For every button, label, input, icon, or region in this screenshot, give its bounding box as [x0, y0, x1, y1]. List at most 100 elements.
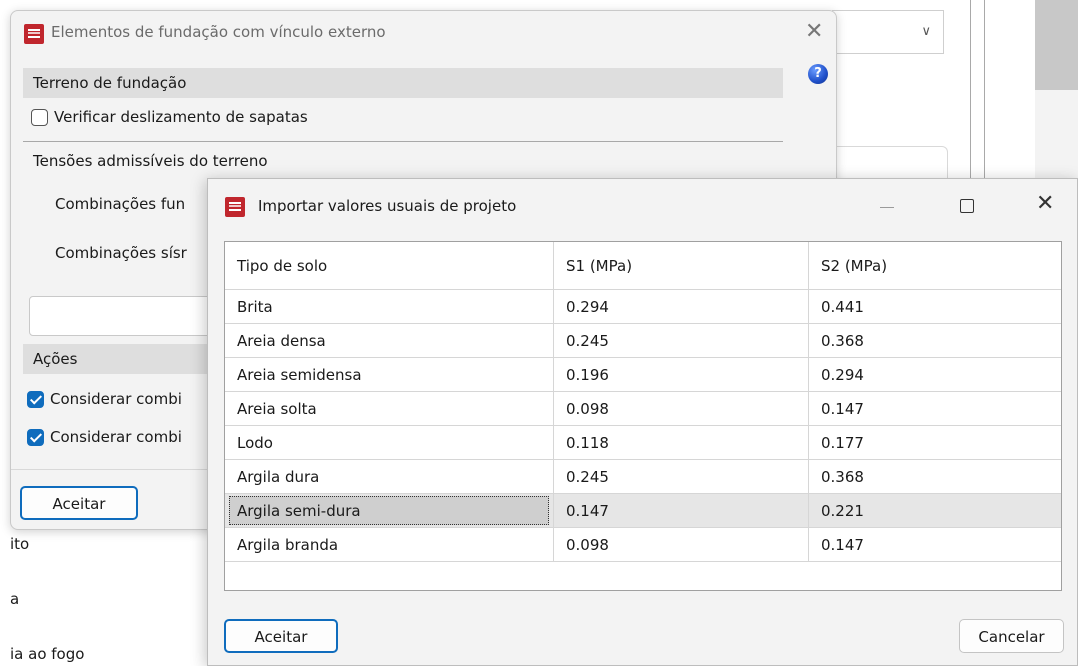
cell-text: 0.147 — [566, 501, 609, 520]
cell-text: 0.118 — [566, 433, 609, 452]
cell-text: Argila branda — [237, 535, 339, 554]
cell-tipo-de-solo[interactable]: Areia semidensa — [225, 358, 554, 391]
cell-s1[interactable]: 0.245 — [554, 460, 809, 493]
table-row[interactable]: Areia semidensa 0.196 0.294 — [225, 358, 1061, 392]
cell-text: 0.098 — [566, 399, 609, 418]
background-tile — [1035, 90, 1078, 180]
background-panel — [832, 146, 948, 182]
cell-tipo-de-solo[interactable]: Brita — [225, 290, 554, 323]
cell-text: Areia semidensa — [237, 365, 362, 384]
check-comb1[interactable]: Considerar combi — [27, 390, 182, 408]
app-logo-icon — [225, 197, 245, 217]
background-label: ia ao fogo — [10, 645, 85, 663]
cell-s2[interactable]: 0.221 — [809, 494, 1061, 527]
column-header-tipo[interactable]: Tipo de solo — [225, 242, 554, 289]
cell-text: Areia densa — [237, 331, 326, 350]
checkbox-deslizamento[interactable] — [31, 108, 48, 126]
section-divider — [23, 141, 783, 142]
accept-button[interactable]: Aceitar — [224, 619, 338, 653]
cell-text: 0.441 — [821, 297, 864, 316]
cell-s2[interactable]: 0.368 — [809, 324, 1061, 357]
check-comb2-label: Considerar combi — [50, 428, 182, 446]
cell-s1[interactable]: 0.196 — [554, 358, 809, 391]
cell-s2[interactable]: 0.441 — [809, 290, 1061, 323]
table-row[interactable]: Areia densa 0.245 0.368 — [225, 324, 1061, 358]
background-label: ito — [10, 535, 30, 553]
table-row[interactable]: Areia solta 0.098 0.147 — [225, 392, 1061, 426]
cell-s1[interactable]: 0.118 — [554, 426, 809, 459]
cell-text: Argila semi-dura — [237, 501, 361, 520]
cell-text: 0.177 — [821, 433, 864, 452]
label-combinacoes-fundamentais: Combinações fun — [55, 195, 186, 213]
dialog-titlebar: Importar valores usuais de projeto ✕ — [208, 179, 1077, 235]
cell-tipo-de-solo[interactable]: Argila semi-dura — [225, 494, 554, 527]
cell-s2[interactable]: 0.368 — [809, 460, 1061, 493]
cell-text: 0.147 — [821, 535, 864, 554]
cell-text: 0.245 — [566, 467, 609, 486]
cell-text: 0.147 — [821, 399, 864, 418]
cancel-button[interactable]: Cancelar — [959, 619, 1064, 653]
column-header-s1[interactable]: S1 (MPa) — [554, 242, 809, 289]
cell-tipo-de-solo[interactable]: Areia densa — [225, 324, 554, 357]
check-deslizamento-label: Verificar deslizamento de sapatas — [54, 108, 308, 126]
cell-s1[interactable]: 0.098 — [554, 528, 809, 561]
cell-s1[interactable]: 0.147 — [554, 494, 809, 527]
maximize-icon[interactable] — [960, 199, 974, 213]
dialog-titlebar: Elementos de fundação com vínculo extern… — [11, 11, 836, 57]
label-combinacoes-sismicas: Combinações sísr — [55, 244, 187, 262]
cell-tipo-de-solo[interactable]: Areia solta — [225, 392, 554, 425]
background-divider — [984, 0, 985, 180]
dialog-title: Elementos de fundação com vínculo extern… — [51, 23, 386, 41]
column-header-s2[interactable]: S2 (MPa) — [809, 242, 1061, 289]
cell-text: 0.221 — [821, 501, 864, 520]
background-label: a — [10, 590, 20, 608]
section-tensoes-label: Tensões admissíveis do terreno — [33, 152, 268, 170]
table-row[interactable]: Argila dura 0.245 0.368 — [225, 460, 1061, 494]
cell-text: 0.368 — [821, 467, 864, 486]
cell-s2[interactable]: 0.147 — [809, 392, 1061, 425]
import-values-dialog: Importar valores usuais de projeto ✕ Tip… — [207, 178, 1078, 666]
checkbox-comb2[interactable] — [27, 428, 44, 446]
check-deslizamento[interactable]: Verificar deslizamento de sapatas — [31, 108, 308, 126]
cell-text: 0.294 — [821, 365, 864, 384]
tensoes-input[interactable] — [29, 296, 229, 336]
background-divider — [970, 0, 971, 180]
table-row[interactable]: Argila semi-dura 0.147 0.221 — [225, 494, 1061, 528]
cell-s2[interactable]: 0.294 — [809, 358, 1061, 391]
cell-s2[interactable]: 0.177 — [809, 426, 1061, 459]
soil-values-table[interactable]: Tipo de solo S1 (MPa) S2 (MPa) Brita 0.29… — [224, 241, 1062, 591]
cell-text: 0.368 — [821, 331, 864, 350]
checkbox-comb1[interactable] — [27, 390, 44, 408]
background-dropdown[interactable]: ∨ — [832, 10, 944, 54]
app-logo-icon — [24, 24, 44, 44]
cell-tipo-de-solo[interactable]: Argila branda — [225, 528, 554, 561]
cell-tipo-de-solo[interactable]: Argila dura — [225, 460, 554, 493]
dialog-title: Importar valores usuais de projeto — [258, 197, 517, 215]
check-comb1-label: Considerar combi — [50, 390, 182, 408]
table-header-row: Tipo de solo S1 (MPa) S2 (MPa) — [225, 242, 1061, 290]
cell-tipo-de-solo[interactable]: Lodo — [225, 426, 554, 459]
cell-text: 0.245 — [566, 331, 609, 350]
cell-s1[interactable]: 0.294 — [554, 290, 809, 323]
close-icon[interactable]: ✕ — [1036, 191, 1054, 216]
cell-text: 0.196 — [566, 365, 609, 384]
table-row[interactable]: Lodo 0.118 0.177 — [225, 426, 1061, 460]
accept-button[interactable]: Aceitar — [20, 486, 138, 520]
cell-s1[interactable]: 0.098 — [554, 392, 809, 425]
cell-text: 0.098 — [566, 535, 609, 554]
minimize-icon[interactable] — [880, 207, 894, 208]
chevron-down-icon: ∨ — [921, 24, 931, 39]
help-icon[interactable]: ? — [808, 64, 828, 84]
background-tile — [1035, 0, 1078, 90]
cell-s2[interactable]: 0.147 — [809, 528, 1061, 561]
table-row[interactable]: Brita 0.294 0.441 — [225, 290, 1061, 324]
cell-text: Brita — [237, 297, 273, 316]
cell-text: 0.294 — [566, 297, 609, 316]
cell-s1[interactable]: 0.245 — [554, 324, 809, 357]
table-row[interactable]: Argila branda 0.098 0.147 — [225, 528, 1061, 562]
cell-text: Argila dura — [237, 467, 320, 486]
cell-text: Lodo — [237, 433, 273, 452]
cell-text: Areia solta — [237, 399, 317, 418]
check-comb2[interactable]: Considerar combi — [27, 428, 182, 446]
close-icon[interactable]: ✕ — [805, 19, 823, 44]
